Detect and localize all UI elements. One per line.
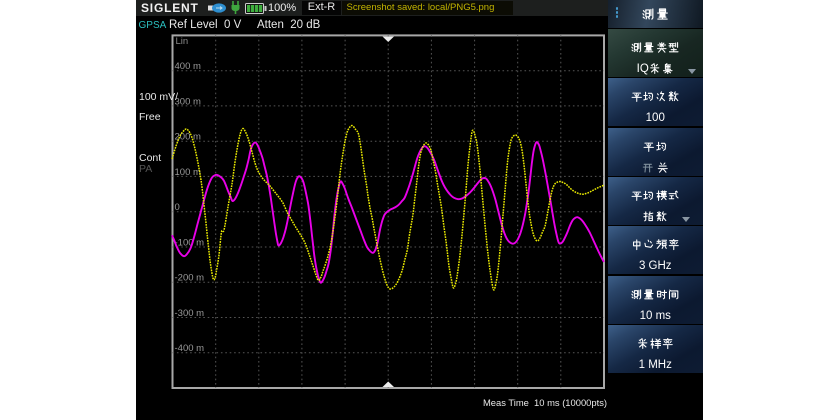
svg-text:-300 m: -300 m bbox=[175, 308, 205, 319]
svg-text:400 m: 400 m bbox=[175, 61, 201, 72]
svg-text:0: 0 bbox=[175, 202, 180, 213]
svg-text:-100 m: -100 m bbox=[175, 238, 205, 249]
svg-text:-200 m: -200 m bbox=[175, 273, 205, 284]
svg-text:-400 m: -400 m bbox=[175, 343, 205, 354]
svg-text:100 m: 100 m bbox=[175, 167, 201, 178]
svg-text:300 m: 300 m bbox=[175, 96, 201, 107]
svg-text:Lin: Lin bbox=[176, 36, 189, 47]
